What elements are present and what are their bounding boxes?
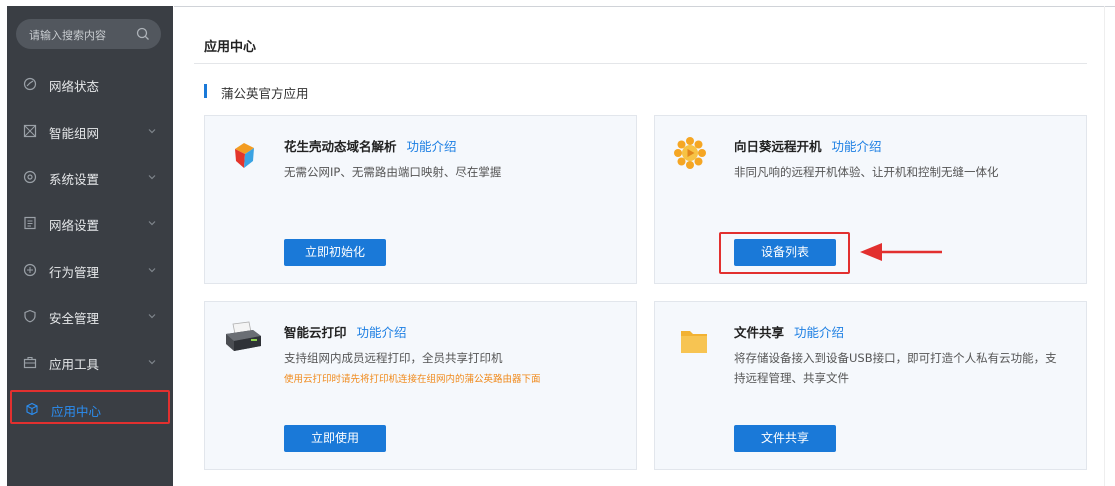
feature-intro-link[interactable]: 功能介绍 (357, 325, 407, 340)
sidebar-item-system-settings[interactable]: 系统设置 (7, 159, 173, 195)
sidebar-item-network-status[interactable]: 网络状态 (7, 66, 173, 102)
chevron-down-icon (148, 314, 156, 319)
search-input[interactable]: 请输入搜索内容 (16, 19, 161, 49)
feature-intro-link[interactable]: 功能介绍 (794, 325, 844, 340)
sidebar-item-label: 网络状态 (49, 79, 100, 94)
sidebar-item-label: 网络设置 (49, 218, 100, 233)
app-description: 将存储设备接入到设备USB接口，即可打造个人私有云功能，支 持远程管理、共享文件 (734, 348, 1057, 388)
app-title: 智能云打印 (284, 325, 347, 340)
sidebar-item-label: 行为管理 (49, 265, 100, 280)
sidebar-item-label: 应用工具 (49, 357, 100, 372)
sidebar-item-security-management[interactable]: 安全管理 (7, 298, 173, 334)
toolbox-icon (23, 356, 37, 369)
chevron-down-icon (148, 221, 156, 226)
search-icon[interactable] (135, 26, 151, 42)
app-description: 无需公网IP、无需路由端口映射、尽在掌握 (284, 165, 502, 179)
sidebar-item-network-settings[interactable]: 网络设置 (7, 205, 173, 241)
app-name: 花生壳动态域名解析 功能介绍 (284, 136, 457, 155)
chevron-down-icon (148, 129, 156, 134)
shield-icon (24, 309, 36, 323)
app-card-cloud-print: 智能云打印 功能介绍 支持组网内成员远程打印，全员共享打印机 使用云打印时请先将打… (204, 301, 637, 470)
sidebar-item-smart-network[interactable]: 智能组网 (7, 113, 173, 149)
sidebar-item-app-tools[interactable]: 应用工具 (7, 344, 173, 380)
page-title: 应用中心 (204, 40, 257, 55)
document-icon (24, 216, 36, 230)
app-name: 文件共享 功能介绍 (734, 322, 844, 341)
use-now-button[interactable]: 立即使用 (284, 425, 386, 452)
app-description: 支持组网内成员远程打印，全员共享打印机 (284, 351, 503, 365)
file-share-button[interactable]: 文件共享 (734, 425, 836, 452)
sidebar-item-label: 应用中心 (51, 404, 102, 419)
initialize-button[interactable]: 立即初始化 (284, 239, 386, 266)
sidebar-item-app-center[interactable]: 应用中心 (10, 390, 170, 424)
cube-icon (26, 402, 38, 416)
app-name: 智能云打印 功能介绍 (284, 322, 407, 341)
feature-intro-link[interactable]: 功能介绍 (407, 139, 457, 154)
section-marker (204, 84, 207, 98)
sidebar-item-label: 系统设置 (49, 172, 100, 187)
printer-icon (226, 321, 261, 351)
chevron-down-icon (148, 175, 156, 180)
sidebar-item-label: 安全管理 (49, 311, 100, 326)
gauge-icon (23, 77, 37, 91)
app-card-file-share: 文件共享 功能介绍 将存储设备接入到设备USB接口，即可打造个人私有云功能，支 持… (654, 301, 1087, 470)
gear-icon (23, 170, 37, 184)
divider (194, 63, 1087, 64)
app-title: 花生壳动态域名解析 (284, 139, 397, 154)
chevron-down-icon (148, 360, 156, 365)
sidebar-item-behavior-management[interactable]: 行为管理 (7, 252, 173, 288)
app-description-line: 将存储设备接入到设备USB接口，即可打造个人私有云功能，支 (734, 351, 1057, 365)
app-description-line: 持远程管理、共享文件 (734, 371, 849, 385)
behavior-icon (23, 263, 37, 277)
folder-icon (681, 331, 707, 353)
sidebar: 请输入搜索内容 网络状态 智能组网 系统设置 网络设置 行为管理 安全管理 应用… (7, 6, 173, 486)
main-top-border (174, 6, 1115, 7)
highlight-box (719, 232, 850, 274)
app-name: 向日葵远程开机 功能介绍 (734, 136, 882, 155)
search-placeholder: 请输入搜索内容 (29, 29, 106, 42)
peanut-shell-icon (235, 143, 254, 168)
feature-intro-link[interactable]: 功能介绍 (832, 139, 882, 154)
warning-note: 使用云打印时请先将打印机连接在组网内的蒲公英路由器下面 (284, 374, 541, 385)
network-icon (23, 124, 37, 138)
arrow-left-icon (860, 243, 942, 261)
sidebar-item-label: 智能组网 (49, 126, 100, 141)
chevron-down-icon (148, 268, 156, 273)
section-title: 蒲公英官方应用 (221, 86, 309, 101)
app-card-peanut-shell: 花生壳动态域名解析 功能介绍 无需公网IP、无需路由端口映射、尽在掌握 立即初始化 (204, 115, 637, 284)
app-description: 非同凡响的远程开机体验、让开机和控制无缝一体化 (734, 165, 999, 179)
app-title: 文件共享 (734, 325, 785, 340)
sunflower-icon (674, 137, 706, 169)
main-right-border (1104, 6, 1105, 486)
app-title: 向日葵远程开机 (734, 139, 822, 154)
